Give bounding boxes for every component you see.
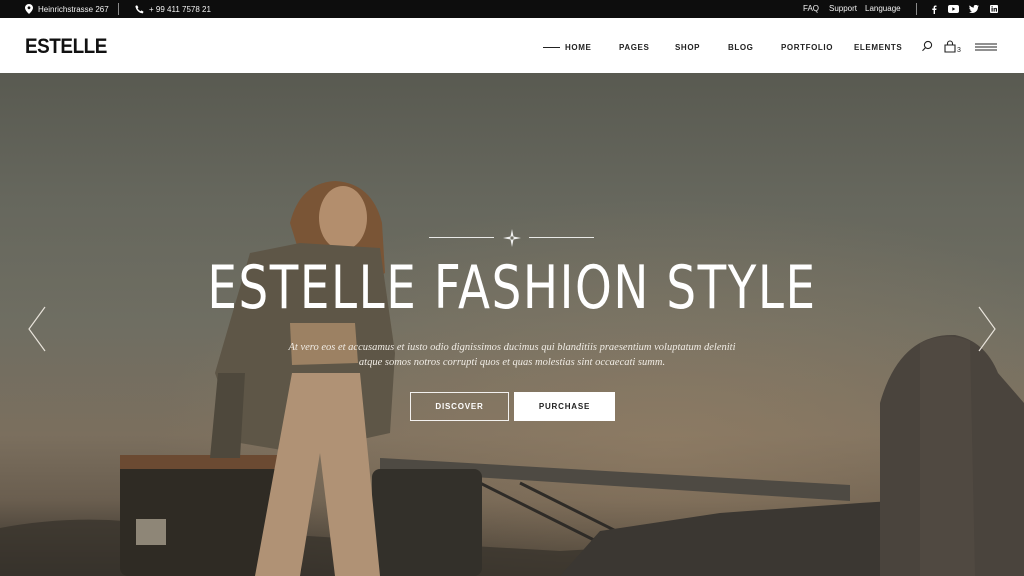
language-link[interactable]: Language — [865, 0, 901, 18]
ornament-line-left — [429, 237, 494, 238]
chevron-left-icon[interactable] — [27, 305, 47, 353]
hero-title: ESTELLE FASHION STYLE — [207, 253, 817, 323]
site-header: ESTELLE HOME PAGES SHOP BLOG PORTFOLIO E… — [0, 18, 1024, 73]
menu-icon[interactable] — [975, 40, 997, 54]
nav-shop[interactable]: SHOP — [675, 18, 700, 73]
twitter-icon[interactable] — [968, 3, 980, 15]
site-logo[interactable]: ESTELLE — [25, 35, 107, 59]
phone-info: + 99 411 7578 21 — [135, 0, 211, 18]
ornament-icon — [503, 229, 521, 247]
hero-subtitle: atque somos notros corrupti quos et quas… — [358, 357, 666, 368]
nav-blog[interactable]: BLOG — [728, 18, 754, 73]
cart-icon[interactable]: 3 — [943, 40, 963, 54]
ornament-line-right — [529, 237, 594, 238]
youtube-icon[interactable] — [947, 3, 959, 15]
linkedin-icon[interactable] — [988, 3, 1000, 15]
search-icon[interactable] — [921, 40, 933, 54]
hero-slider: ESTELLE FASHION STYLE At vero eos et acc… — [0, 73, 1024, 576]
active-nav-indicator — [543, 47, 560, 48]
location-pin-icon — [25, 4, 33, 14]
nav-pages[interactable]: PAGES — [619, 18, 649, 73]
support-link[interactable]: Support — [829, 0, 857, 18]
cart-count: 3 — [957, 47, 961, 54]
address-text: Heinrichstrasse 267 — [38, 4, 109, 14]
divider — [916, 3, 917, 15]
purchase-button[interactable]: PURCHASE — [514, 392, 615, 421]
nav-home[interactable]: HOME — [565, 18, 591, 73]
faq-link[interactable]: FAQ — [803, 0, 819, 18]
top-bar: Heinrichstrasse 267 + 99 411 7578 21 FAQ… — [0, 0, 1024, 18]
facebook-icon[interactable] — [928, 3, 940, 15]
address-info: Heinrichstrasse 267 — [25, 0, 109, 18]
nav-portfolio[interactable]: PORTFOLIO — [781, 18, 833, 73]
chevron-right-icon[interactable] — [977, 305, 997, 353]
hero-background-image — [0, 73, 1024, 576]
hero-subtitle: At vero eos et accusamus et iusto odio d… — [288, 342, 736, 353]
divider — [118, 3, 119, 15]
nav-elements[interactable]: ELEMENTS — [854, 18, 902, 73]
phone-icon — [135, 4, 144, 13]
discover-button[interactable]: DISCOVER — [410, 392, 509, 421]
phone-text: + 99 411 7578 21 — [149, 4, 211, 14]
